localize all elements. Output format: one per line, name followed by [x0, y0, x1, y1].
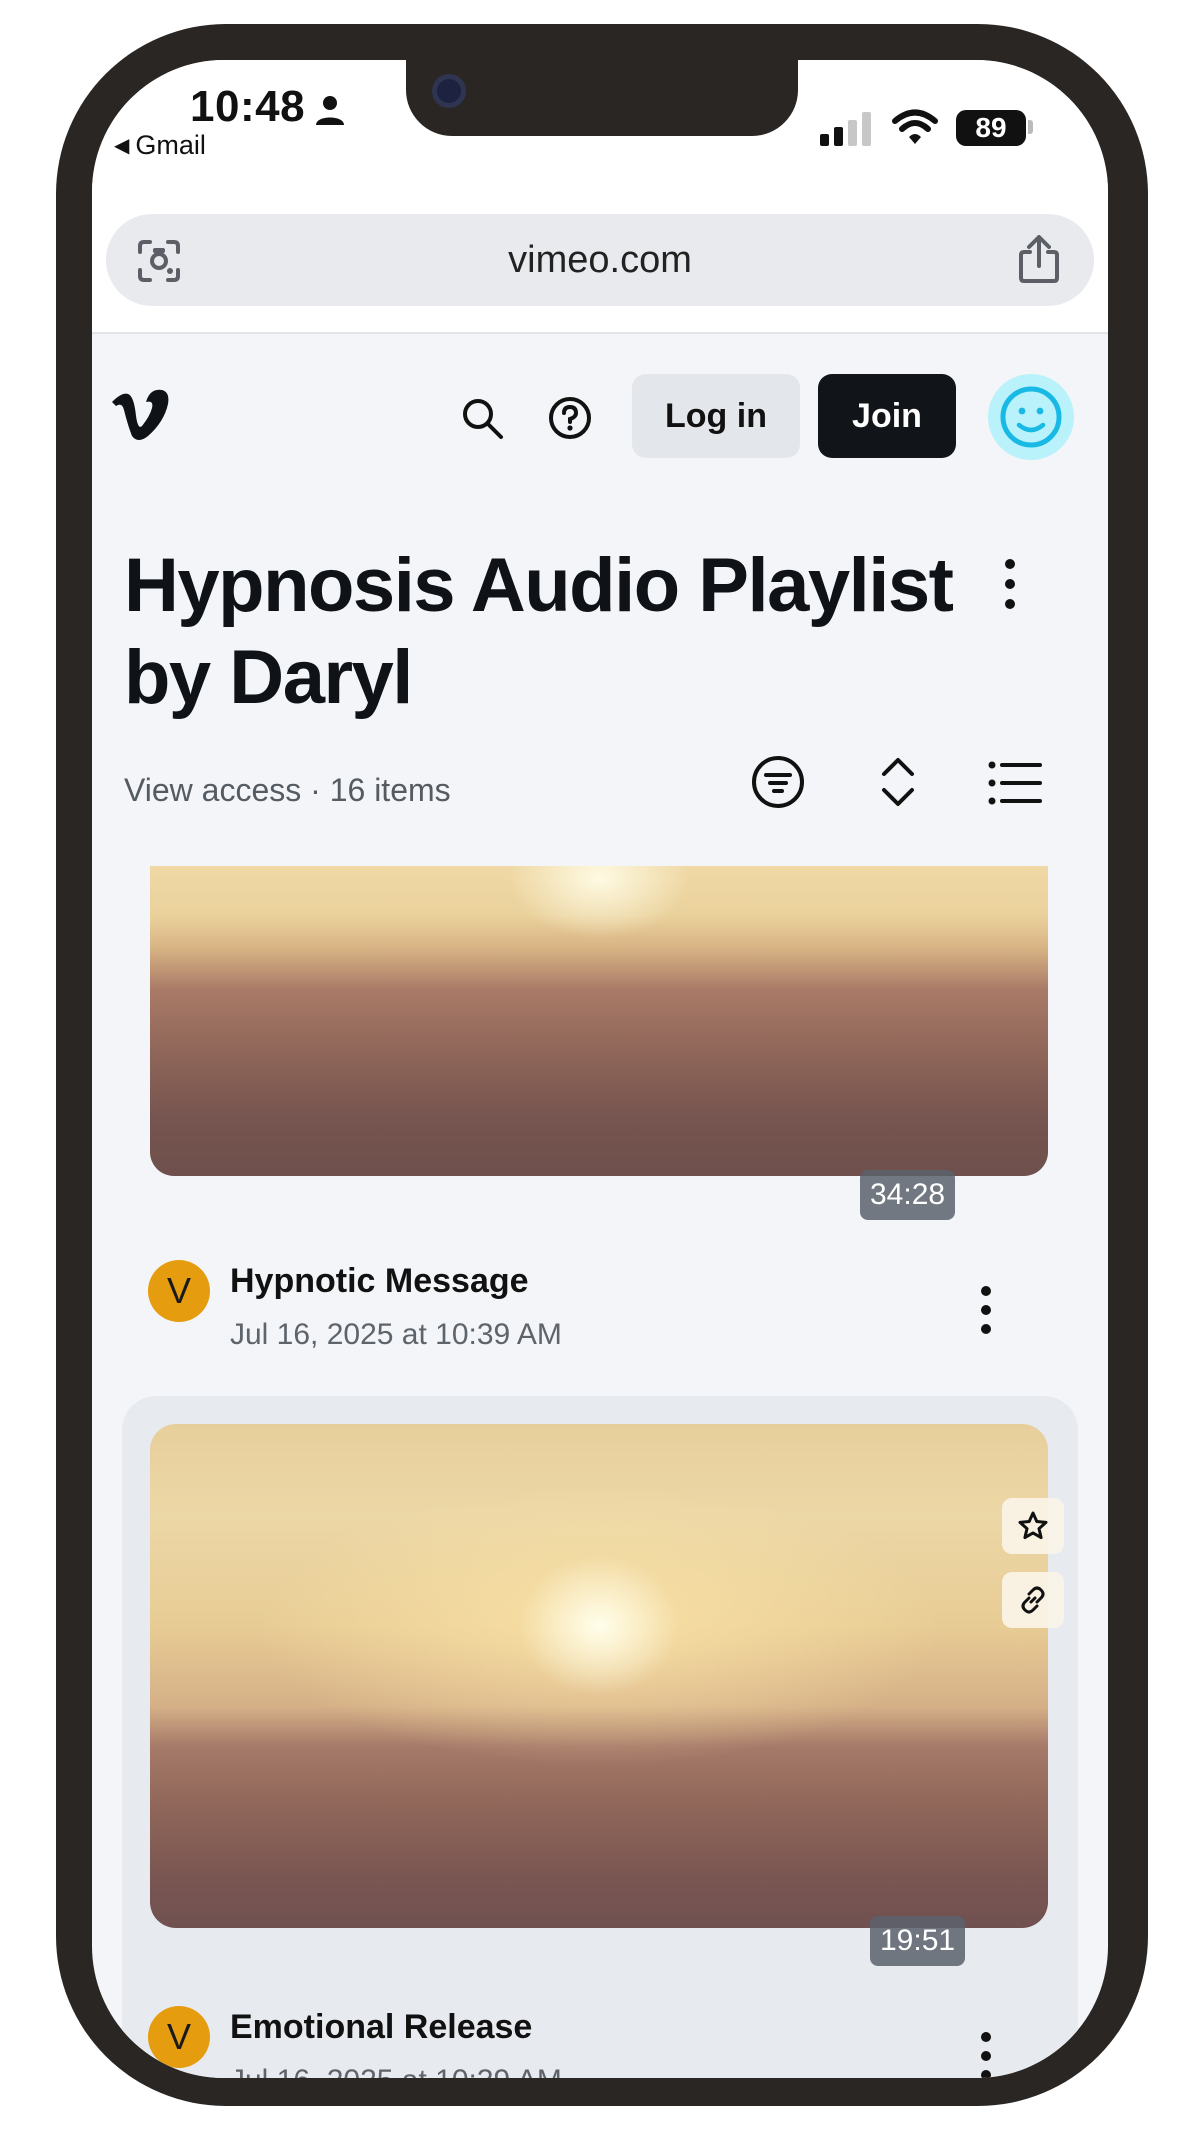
- video-title[interactable]: Emotional Release: [230, 2008, 532, 2047]
- status-time: 10:48: [190, 82, 306, 131]
- more-vertical-icon[interactable]: [978, 2030, 994, 2078]
- back-app-label: Gmail: [135, 130, 206, 160]
- battery-level: 89: [956, 110, 1026, 146]
- url-text: vimeo.com: [508, 239, 692, 281]
- page-title: Hypnosis Audio Playlist by Daryl: [124, 543, 954, 720]
- wifi-icon: [892, 109, 938, 144]
- favorite-button[interactable]: [1002, 1498, 1064, 1554]
- link-icon: [1021, 1586, 1045, 1614]
- filter-icon[interactable]: [750, 754, 806, 810]
- video-thumbnail[interactable]: [150, 866, 1048, 1176]
- person-icon: [316, 96, 344, 125]
- video-duration: 19:51: [870, 1916, 966, 1966]
- star-icon: [1018, 1511, 1048, 1540]
- back-triangle-icon: ◀: [114, 135, 130, 157]
- smiley-icon: [1000, 386, 1062, 448]
- login-button[interactable]: Log in: [632, 374, 800, 458]
- vimeo-logo[interactable]: [110, 386, 170, 442]
- copy-link-button[interactable]: [1002, 1572, 1064, 1628]
- list-view-icon[interactable]: [988, 760, 1042, 806]
- share-icon[interactable]: [1016, 234, 1062, 284]
- battery-tip: [1028, 120, 1033, 134]
- phone-screen: 10:48 ◀ Gmail 89 vimeo.com Log in Join H…: [92, 60, 1108, 2078]
- video-duration: 34:28: [860, 1170, 956, 1220]
- search-icon[interactable]: [460, 396, 504, 440]
- chrome-divider: [92, 332, 1108, 334]
- join-button[interactable]: Join: [818, 374, 956, 458]
- address-bar[interactable]: vimeo.com: [106, 214, 1094, 306]
- account-avatar-button[interactable]: [988, 374, 1074, 460]
- more-vertical-icon[interactable]: [1000, 556, 1020, 612]
- help-icon[interactable]: [548, 396, 592, 440]
- video-date: Jul 16, 2025 at 10:39 AM: [230, 2064, 562, 2078]
- video-thumbnail[interactable]: [150, 1424, 1048, 1928]
- front-camera: [432, 74, 466, 108]
- phone-notch: [406, 56, 798, 136]
- sort-icon[interactable]: [876, 754, 920, 810]
- channel-avatar[interactable]: V: [148, 2006, 210, 2068]
- playlist-meta: View access · 16 items: [124, 772, 451, 808]
- back-to-app-link[interactable]: ◀ Gmail: [114, 130, 206, 161]
- video-date: Jul 16, 2025 at 10:39 AM: [230, 1318, 562, 1351]
- video-title[interactable]: Hypnotic Message: [230, 1262, 529, 1301]
- more-vertical-icon[interactable]: [978, 1284, 994, 1336]
- channel-avatar[interactable]: V: [148, 1260, 210, 1322]
- signal-icon: [820, 112, 871, 146]
